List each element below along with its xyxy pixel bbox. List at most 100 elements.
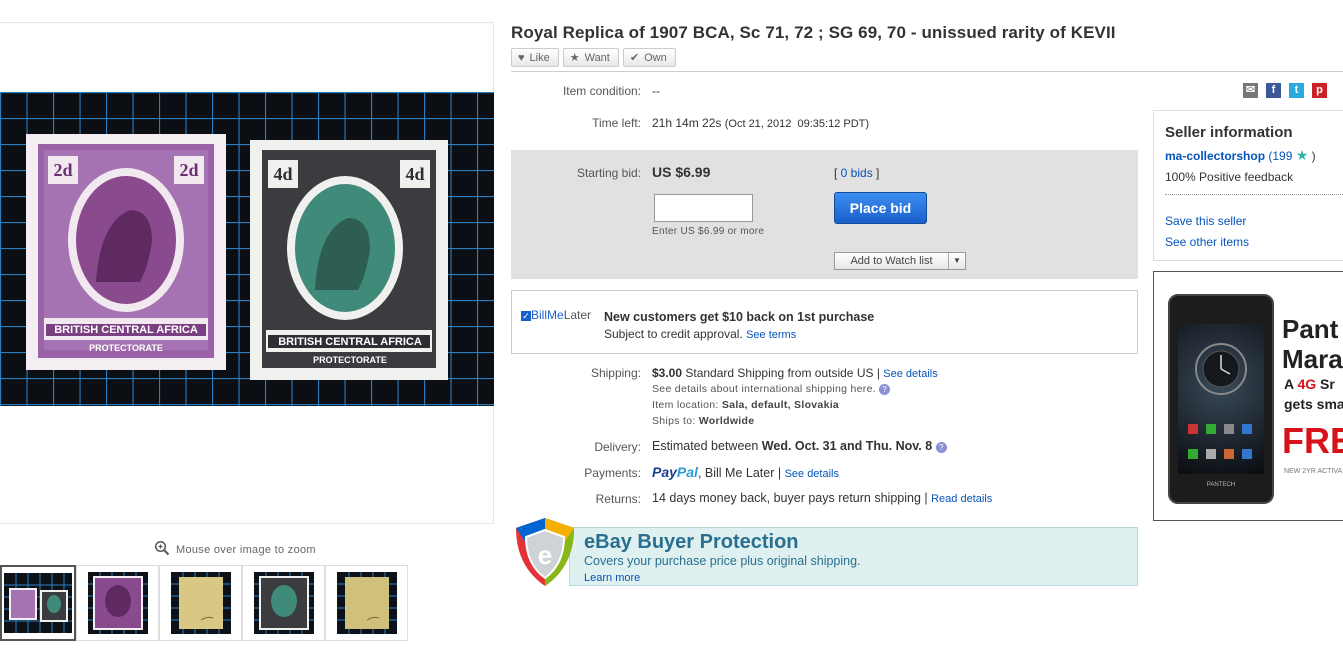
delivery-text: Estimated between bbox=[652, 439, 759, 453]
dropdown-arrow-icon[interactable]: ▼ bbox=[949, 253, 965, 269]
stamp-right-value-r: 4d bbox=[405, 164, 424, 184]
ad-line-3a: A bbox=[1284, 376, 1298, 392]
buyer-protection-title: eBay Buyer Protection bbox=[584, 531, 799, 553]
title-divider bbox=[511, 71, 1343, 72]
share-icons: ✉ f t p bbox=[1243, 83, 1327, 98]
seller-divider bbox=[1165, 194, 1343, 195]
ad-line-1: Pant bbox=[1282, 314, 1339, 344]
ad-line-2: Mara bbox=[1282, 344, 1343, 374]
advertisement[interactable]: PANTECH Pant Mara A 4G Sr gets smar FRE … bbox=[1153, 271, 1343, 521]
zoom-hint: Mouse over image to zoom bbox=[154, 540, 316, 559]
star-icon: ★ bbox=[569, 52, 580, 64]
twitter-icon[interactable]: t bbox=[1289, 83, 1304, 98]
stamp-right-sub: PROTECTORATE bbox=[313, 355, 387, 365]
ships-to-label: Ships to: bbox=[652, 415, 696, 427]
delivery-help-icon[interactable]: ? bbox=[935, 442, 947, 453]
bml-logo-me: Me bbox=[547, 308, 564, 322]
payments-line: PayPal, Bill Me Later | See details bbox=[652, 464, 839, 480]
condition-label: Item condition: bbox=[562, 84, 641, 98]
item-location: Item location: Sala, default, Slovakia bbox=[652, 399, 839, 411]
own-button[interactable]: ✔ Own bbox=[622, 48, 676, 67]
ad-line-3b: 4G bbox=[1297, 376, 1317, 392]
delivery-line: Estimated between Wed. Oct. 31 and Thu. … bbox=[652, 439, 947, 453]
seller-id-line: ma-collectorshop (199 ★ ) bbox=[1165, 147, 1316, 164]
own-label: Own bbox=[644, 51, 667, 64]
buyer-protection-banner: e eBay Buyer Protection Covers your purc… bbox=[512, 516, 1138, 588]
delivery-label: Delivery: bbox=[594, 440, 641, 454]
bid-hint: Enter US $6.99 or more bbox=[652, 226, 765, 237]
seller-score-close: ) bbox=[1311, 149, 1316, 163]
stamp-left-name: BRITISH CENTRAL AFRICA bbox=[54, 324, 198, 336]
svg-text:e: e bbox=[538, 540, 552, 570]
time-left-value: 21h 14m 22s (Oct 21, 2012 09:35:12 PDT) bbox=[652, 116, 869, 130]
returns-text: 14 days money back, buyer pays return sh… bbox=[652, 491, 928, 505]
thumbnail-3[interactable] bbox=[159, 565, 242, 641]
place-bid-button[interactable]: Place bid bbox=[834, 192, 927, 224]
bids-count: [ 0 bids ] bbox=[834, 166, 880, 180]
ad-line-3c: Sr bbox=[1316, 376, 1335, 392]
payments-label: Payments: bbox=[584, 466, 641, 480]
billmelater-logo: ✓BillMeLater bbox=[521, 308, 591, 322]
returns-details-link[interactable]: Read details bbox=[931, 493, 992, 505]
star-rating-icon: ★ bbox=[1295, 147, 1309, 163]
email-icon[interactable]: ✉ bbox=[1243, 83, 1258, 98]
save-seller-link[interactable]: Save this seller bbox=[1165, 214, 1246, 228]
bml-logo-bill: Bill bbox=[531, 308, 548, 322]
time-left-end: (Oct 21, 2012 09:35:12 PDT) bbox=[724, 118, 870, 130]
returns-label: Returns: bbox=[595, 492, 641, 506]
help-icon[interactable]: ? bbox=[879, 384, 891, 395]
intl-shipping: See details about international shipping… bbox=[652, 383, 891, 395]
paypal-logo-b: Pal bbox=[676, 464, 698, 480]
ad-fine-print: NEW 2YR ACTIVA bbox=[1284, 468, 1343, 475]
buyer-protection-sub: Covers your purchase price plus original… bbox=[584, 554, 861, 568]
thumbnail-4[interactable] bbox=[242, 565, 325, 641]
heart-icon: ♥ bbox=[518, 51, 525, 64]
other-items-link[interactable]: See other items bbox=[1165, 235, 1249, 249]
want-button[interactable]: ★ Want bbox=[562, 48, 619, 67]
phone-brand: PANTECH bbox=[1206, 482, 1236, 488]
pinterest-icon[interactable]: p bbox=[1312, 83, 1327, 98]
shipping-label: Shipping: bbox=[590, 366, 641, 380]
condition-value: -- bbox=[652, 84, 660, 98]
time-left-label: Time left: bbox=[592, 116, 641, 130]
paypal-logo-a: Pay bbox=[652, 464, 677, 480]
stamp-right-name: BRITISH CENTRAL AFRICA bbox=[278, 336, 422, 348]
starting-bid-value: US $6.99 bbox=[652, 164, 711, 180]
bid-amount-input[interactable] bbox=[654, 194, 753, 222]
starting-bid-label: Starting bid: bbox=[576, 166, 641, 180]
seller-name-link[interactable]: ma-collectorshop bbox=[1165, 149, 1265, 163]
ad-line-4: gets smar bbox=[1284, 396, 1343, 412]
facebook-icon[interactable]: f bbox=[1266, 83, 1281, 98]
checkbox-icon: ✓ bbox=[521, 310, 531, 321]
shipping-line: $3.00 Standard Shipping from outside US … bbox=[652, 366, 938, 380]
ad-headline: Pant Mara bbox=[1282, 314, 1343, 374]
thumbnail-2[interactable] bbox=[76, 565, 159, 641]
bml-logo-later: Later bbox=[563, 308, 592, 322]
thumbnail-1[interactable] bbox=[0, 565, 76, 641]
watch-list-button[interactable]: Add to Watch list ▼ bbox=[834, 252, 966, 270]
check-icon: ✔ bbox=[629, 52, 640, 64]
ships-to: Ships to: Worldwide bbox=[652, 415, 754, 427]
shield-icon: e bbox=[512, 516, 578, 591]
billmelater-headline: New customers get $10 back on 1st purcha… bbox=[604, 310, 875, 324]
seller-score[interactable]: (199 bbox=[1268, 149, 1292, 163]
payments-details-link[interactable]: See details bbox=[785, 468, 839, 480]
stamp-left-value-r: 2d bbox=[179, 160, 198, 180]
main-image[interactable]: BRITISH CENTRAL AFRICA PROTECTORATE 2d 2… bbox=[0, 92, 494, 406]
zoom-hint-text: Mouse over image to zoom bbox=[176, 543, 316, 556]
see-terms-link[interactable]: See terms bbox=[746, 329, 796, 341]
learn-more-link[interactable]: Learn more bbox=[584, 572, 640, 584]
bids-link[interactable]: 0 bids bbox=[841, 166, 873, 180]
shipping-price: $3.00 bbox=[652, 366, 683, 380]
phone-image: PANTECH bbox=[1168, 294, 1274, 504]
stamp-left-value-l: 2d bbox=[53, 160, 72, 180]
returns-line: 14 days money back, buyer pays return sh… bbox=[652, 491, 992, 505]
thumbnail-5[interactable] bbox=[325, 565, 408, 641]
stamp-right-value-l: 4d bbox=[273, 164, 292, 184]
seller-heading: Seller information bbox=[1165, 124, 1293, 141]
item-location-label: Item location: bbox=[652, 399, 719, 411]
like-button[interactable]: ♥ Like bbox=[511, 48, 559, 67]
ad-4g-line: A 4G Sr bbox=[1284, 376, 1335, 392]
zoom-icon bbox=[154, 540, 170, 559]
shipping-details-link[interactable]: See details bbox=[883, 368, 937, 380]
